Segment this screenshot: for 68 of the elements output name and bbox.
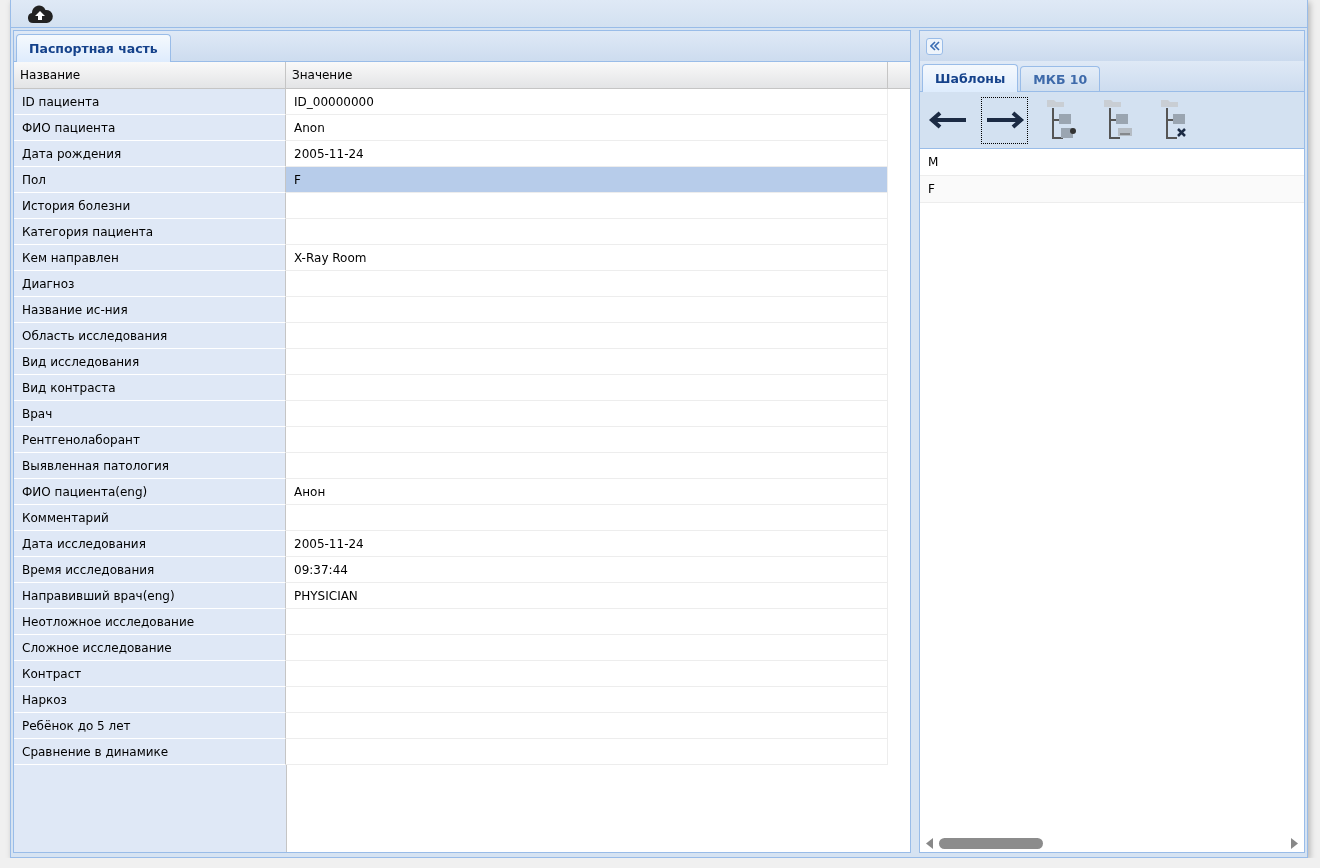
folder-tree-gear-icon [1044, 98, 1079, 142]
property-value-cell[interactable]: ID_00000000 [286, 89, 888, 115]
property-value-cell[interactable] [286, 349, 888, 375]
scroll-left-icon[interactable] [926, 837, 933, 849]
property-name-cell: Наркоз [14, 687, 286, 713]
double-chevron-left-icon [929, 41, 940, 51]
property-name-cell: Рентгенолаборант [14, 427, 286, 453]
property-value-cell[interactable] [286, 297, 888, 323]
arrow-left-icon [927, 111, 968, 129]
column-header[interactable]: Название [14, 62, 286, 88]
property-value-cell[interactable]: Anon [286, 115, 888, 141]
property-name-cell: Дата исследования [14, 531, 286, 557]
toolbar-button[interactable] [981, 96, 1028, 144]
property-name-cell: Контраст [14, 661, 286, 687]
property-name-cell: История болезни [14, 193, 286, 219]
property-name-cell: ФИО пациента [14, 115, 286, 141]
property-value-cell[interactable] [286, 713, 888, 739]
template-list-item[interactable]: F [920, 176, 1304, 203]
property-value-cell[interactable] [286, 635, 888, 661]
property-name-cell: Диагноз [14, 271, 286, 297]
panel-tab[interactable]: МКБ 10 [1020, 66, 1101, 91]
property-value-cell[interactable] [286, 739, 888, 765]
scroll-right-icon[interactable] [1291, 837, 1298, 849]
property-value-cell[interactable] [286, 219, 888, 245]
arrow-right-icon [984, 111, 1025, 129]
panel-tab[interactable]: Паспортная часть [16, 34, 171, 62]
property-name-cell: ФИО пациента(eng) [14, 479, 286, 505]
property-name-cell: Название ис-ния [14, 297, 286, 323]
property-value-cell[interactable]: 2005-11-24 [286, 531, 888, 557]
column-header[interactable]: Значение [286, 62, 888, 88]
property-value-cell[interactable] [286, 427, 888, 453]
property-value-cell[interactable]: F [286, 167, 888, 193]
property-value-cell[interactable] [286, 323, 888, 349]
property-name-cell: ID пациента [14, 89, 286, 115]
property-value-cell[interactable] [286, 375, 888, 401]
collapse-button[interactable] [926, 37, 943, 55]
property-name-cell: Пол [14, 167, 286, 193]
property-value-cell[interactable] [286, 453, 888, 479]
property-name-cell: Направивший врач(eng) [14, 583, 286, 609]
property-name-cell: Кем направлен [14, 245, 286, 271]
property-name-cell: Врач [14, 401, 286, 427]
property-value-cell[interactable]: 2005-11-24 [286, 141, 888, 167]
property-name-cell: Комментарий [14, 505, 286, 531]
property-name-cell: Время исследования [14, 557, 286, 583]
scrollbar-thumb[interactable] [939, 837, 1043, 849]
property-name-cell: Вид исследования [14, 349, 286, 375]
property-value-cell[interactable] [286, 193, 888, 219]
property-name-cell: Область исследования [14, 323, 286, 349]
property-value-cell[interactable]: 09:37:44 [286, 557, 888, 583]
property-value-cell[interactable]: X-Ray Room [286, 245, 888, 271]
property-name-cell: Вид контраста [14, 375, 286, 401]
property-value-cell[interactable] [286, 661, 888, 687]
property-value-cell[interactable] [286, 687, 888, 713]
property-value-cell[interactable] [286, 609, 888, 635]
property-name-cell: Ребёнок до 5 лет [14, 713, 286, 739]
cloud-upload-icon[interactable] [27, 3, 53, 24]
property-value-cell[interactable] [286, 271, 888, 297]
property-name-cell: Дата рождения [14, 141, 286, 167]
property-value-cell[interactable] [286, 505, 888, 531]
panel-tab[interactable]: Шаблоны [922, 64, 1019, 92]
property-value-cell[interactable] [286, 401, 888, 427]
property-name-cell: Выявленная патология [14, 453, 286, 479]
property-name-cell: Неотложное исследование [14, 609, 286, 635]
property-name-cell: Сложное исследование [14, 635, 286, 661]
property-value-cell[interactable]: Анон [286, 479, 888, 505]
property-value-cell[interactable]: PHYSICIAN [286, 583, 888, 609]
property-name-cell: Категория пациента [14, 219, 286, 245]
property-name-cell: Сравнение в динамике [14, 739, 286, 765]
